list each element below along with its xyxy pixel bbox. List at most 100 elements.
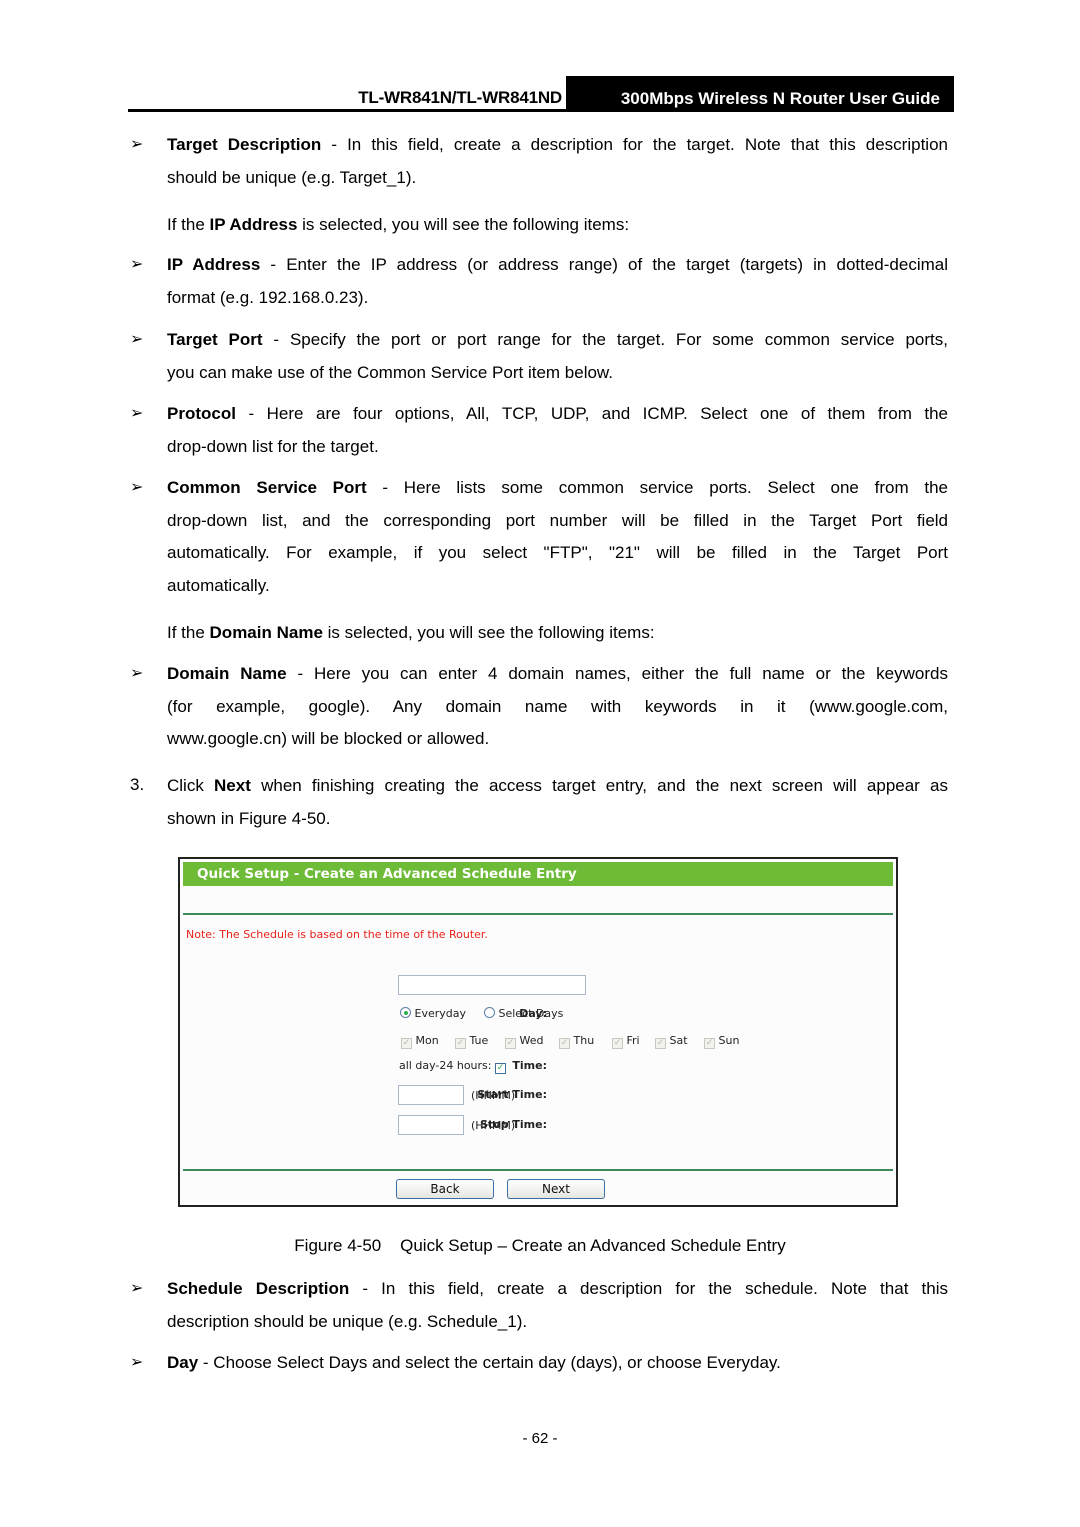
text: - Specify the port or port range for the… [262,330,948,349]
day-checkbox-fri[interactable]: ✓ Fri [612,1034,640,1049]
stop-time-input[interactable] [398,1115,464,1135]
bullet-icon: ➢ [130,665,144,682]
radio-selected-icon[interactable] [400,1007,411,1018]
term: Target Description [167,135,322,154]
day-label: Mon [415,1034,439,1047]
header-rule [128,109,954,112]
day-radio-select-days[interactable]: Select Days [484,1007,563,1020]
start-time-input[interactable] [398,1085,464,1105]
start-time-format-hint: (HHMM) [471,1089,516,1102]
term: Target Port [167,330,263,349]
common-service-port-item: Common Service Port - Here lists some co… [167,472,948,602]
back-button[interactable]: Back [396,1179,494,1199]
text: www.google.cn) will be blocked or allowe… [167,729,490,748]
text: - In this field, create a description fo… [349,1279,948,1298]
radio-label: Everyday [414,1007,467,1020]
text: you can make use of the Common Service P… [167,362,613,382]
figure-title-bar: Quick Setup - Create an Advanced Schedul… [183,862,893,886]
checkbox-disabled-icon[interactable]: ✓ [704,1038,715,1049]
domain-intro: If the Domain Name is selected, you will… [167,617,948,650]
divider [183,1169,893,1171]
text: shown in Figure 4-50. [167,808,331,828]
radio-label: Select Days [498,1007,564,1020]
checkbox-disabled-icon[interactable]: ✓ [559,1038,570,1049]
text: - Here lists some common service ports. … [366,478,948,497]
bullet-icon: ➢ [130,1280,144,1297]
term: Schedule Description [167,1279,350,1298]
schedule-entry-figure: Quick Setup - Create an Advanced Schedul… [178,857,898,1207]
all-day-label: all day-24 hours: [399,1059,492,1072]
bullet-icon: ➢ [130,479,144,496]
day-checkbox-thu[interactable]: ✓ Thu [559,1034,594,1049]
text: drop-down list for the target. [167,436,379,456]
bullet-icon: ➢ [130,1354,144,1371]
all-day-checkbox[interactable]: ✓ [495,1063,506,1074]
text: Click [167,776,215,795]
term: Common Service Port [167,478,367,497]
ip-intro: If the IP Address is selected, you will … [167,209,948,242]
day-checkbox-mon[interactable]: ✓ Mon [401,1034,439,1049]
text: should be unique (e.g. Target_1). [167,167,417,187]
time-label: Time: [512,1059,547,1072]
checkbox-disabled-icon[interactable]: ✓ [401,1038,412,1049]
bullet-icon: ➢ [130,331,144,348]
text: automatically. For example, if you selec… [167,543,948,562]
checkbox-disabled-icon[interactable]: ✓ [505,1038,516,1049]
schedule-description-input[interactable] [398,975,586,995]
target-description-item: Target Description - In this field, crea… [167,129,948,194]
term: IP Address [167,255,261,274]
term: Next [214,776,251,795]
next-button[interactable]: Next [507,1179,605,1199]
text: If the [167,623,210,642]
day-item: Day - Choose Select Days and select the … [167,1347,948,1380]
protocol-item: Protocol - Here are four options, All, T… [167,398,948,463]
term: Protocol [167,404,236,423]
text: is selected, you will see the following … [297,215,630,234]
text: when finishing creating the access targe… [250,776,948,795]
day-label: Fri [626,1034,640,1047]
header-model: TL-WR841N/TL-WR841ND [358,88,562,107]
text: format (e.g. 192.168.0.23). [167,287,369,307]
domain-name-item: Domain Name - Here you can enter 4 domai… [167,658,948,756]
checkbox-disabled-icon[interactable]: ✓ [455,1038,466,1049]
day-label: Thu [573,1034,595,1047]
day-label: Sun [718,1034,740,1047]
ip-address-item: IP Address - Enter the IP address (or ad… [167,249,948,314]
text: drop-down list, and the corresponding po… [167,510,948,530]
text: - Choose Select Days and select the cert… [198,1353,781,1372]
day-checkbox-wed[interactable]: ✓ Wed [505,1034,543,1049]
text: - In this field, create a description fo… [321,135,948,154]
day-label: Sat [669,1034,688,1047]
text: (for example, google). Any domain name w… [167,696,948,716]
term: IP Address [209,215,298,234]
schedule-description-item: Schedule Description - In this field, cr… [167,1273,948,1338]
radio-unselected-icon[interactable] [484,1007,495,1018]
page-header: TL-WR841N/TL-WR841ND 300Mbps Wireless N … [128,76,954,112]
day-checkbox-tue[interactable]: ✓ Tue [455,1034,488,1049]
schedule-note: Note: The Schedule is based on the time … [186,928,488,941]
bullet-icon: ➢ [130,256,144,273]
term: Domain Name [167,664,287,683]
day-label: Tue [469,1034,489,1047]
checkbox-disabled-icon[interactable]: ✓ [612,1038,623,1049]
divider [183,913,893,915]
text: description should be unique (e.g. Sched… [167,1311,528,1331]
term: Day [167,1353,199,1372]
step-number: 3. [130,775,145,794]
text: If the [167,215,210,234]
day-checkbox-sat[interactable]: ✓ Sat [655,1034,688,1049]
all-day-option: all day-24 hours: ✓ [399,1059,506,1074]
figure-caption: Figure 4-50 Quick Setup – Create an Adva… [294,1236,786,1255]
day-radio-everyday[interactable]: Everyday [400,1007,466,1020]
step3-item: Click Next when finishing creating the a… [167,770,948,835]
bullet-icon: ➢ [130,405,144,422]
header-guide-title: 300Mbps Wireless N Router User Guide [566,76,954,109]
stop-time-format-hint: (HHMM) [471,1119,516,1132]
day-checkbox-sun[interactable]: ✓ Sun [704,1034,739,1049]
text: - Enter the IP address (or address range… [260,255,948,274]
text: - Here you can enter 4 domain names, eit… [286,664,948,683]
term: Domain Name [209,623,323,642]
text: automatically. [167,575,270,595]
checkbox-disabled-icon[interactable]: ✓ [655,1038,666,1049]
bullet-icon: ➢ [130,136,144,153]
